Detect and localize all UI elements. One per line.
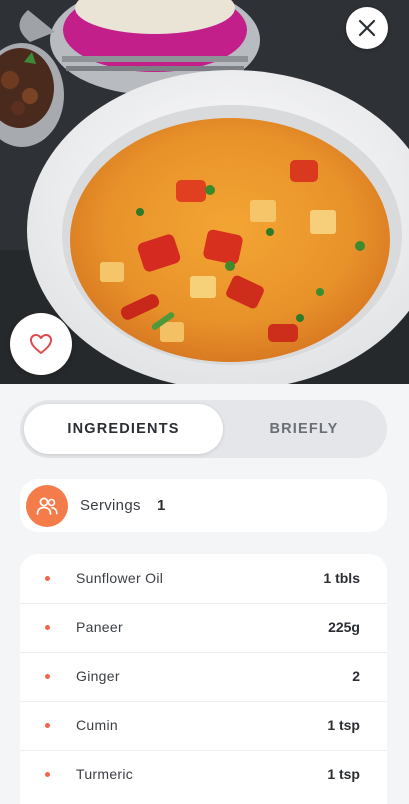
bullet-dot	[45, 674, 50, 679]
ingredient-name: Cumin	[76, 717, 118, 733]
bullet-dot	[45, 576, 50, 581]
ingredient-quantity: 1 tsp	[327, 766, 360, 782]
ingredient-item: Cumin 1 tsp	[20, 701, 387, 751]
ingredients-list: Sunflower Oil 1 tbls Paneer 225g Ginger …	[20, 554, 387, 804]
ingredient-item: Paneer 225g	[20, 603, 387, 653]
servings-label: Servings	[80, 497, 141, 514]
bullet-dot	[45, 723, 50, 728]
ingredient-name: Sunflower Oil	[76, 570, 164, 586]
servings-value: 1	[157, 497, 166, 514]
close-button[interactable]	[346, 7, 388, 49]
ingredient-item: Sunflower Oil 1 tbls	[20, 554, 387, 604]
bullet-dot	[45, 625, 50, 630]
tab-briefly[interactable]: BRIEFLY	[225, 404, 383, 454]
tab-ingredients[interactable]: INGREDIENTS	[24, 404, 223, 454]
ingredient-name: Turmeric	[76, 766, 134, 782]
close-icon	[358, 19, 376, 37]
ingredient-item: Turmeric 1 tsp	[20, 750, 387, 799]
heart-icon	[30, 334, 52, 354]
bullet-dot	[45, 772, 50, 777]
servings-row[interactable]: Servings 1	[20, 479, 387, 532]
ingredient-quantity: 1 tbls	[323, 570, 360, 586]
favorite-button[interactable]	[10, 313, 72, 375]
ingredient-name: Ginger	[76, 668, 120, 684]
ingredient-quantity: 225g	[328, 619, 360, 635]
ingredient-quantity: 2	[352, 668, 360, 684]
ingredient-name: Paneer	[76, 619, 123, 635]
ingredient-item: Ginger 2	[20, 652, 387, 702]
recipe-tabs: INGREDIENTS BRIEFLY	[20, 400, 387, 458]
ingredient-quantity: 1 tsp	[327, 717, 360, 733]
people-icon	[26, 485, 68, 527]
